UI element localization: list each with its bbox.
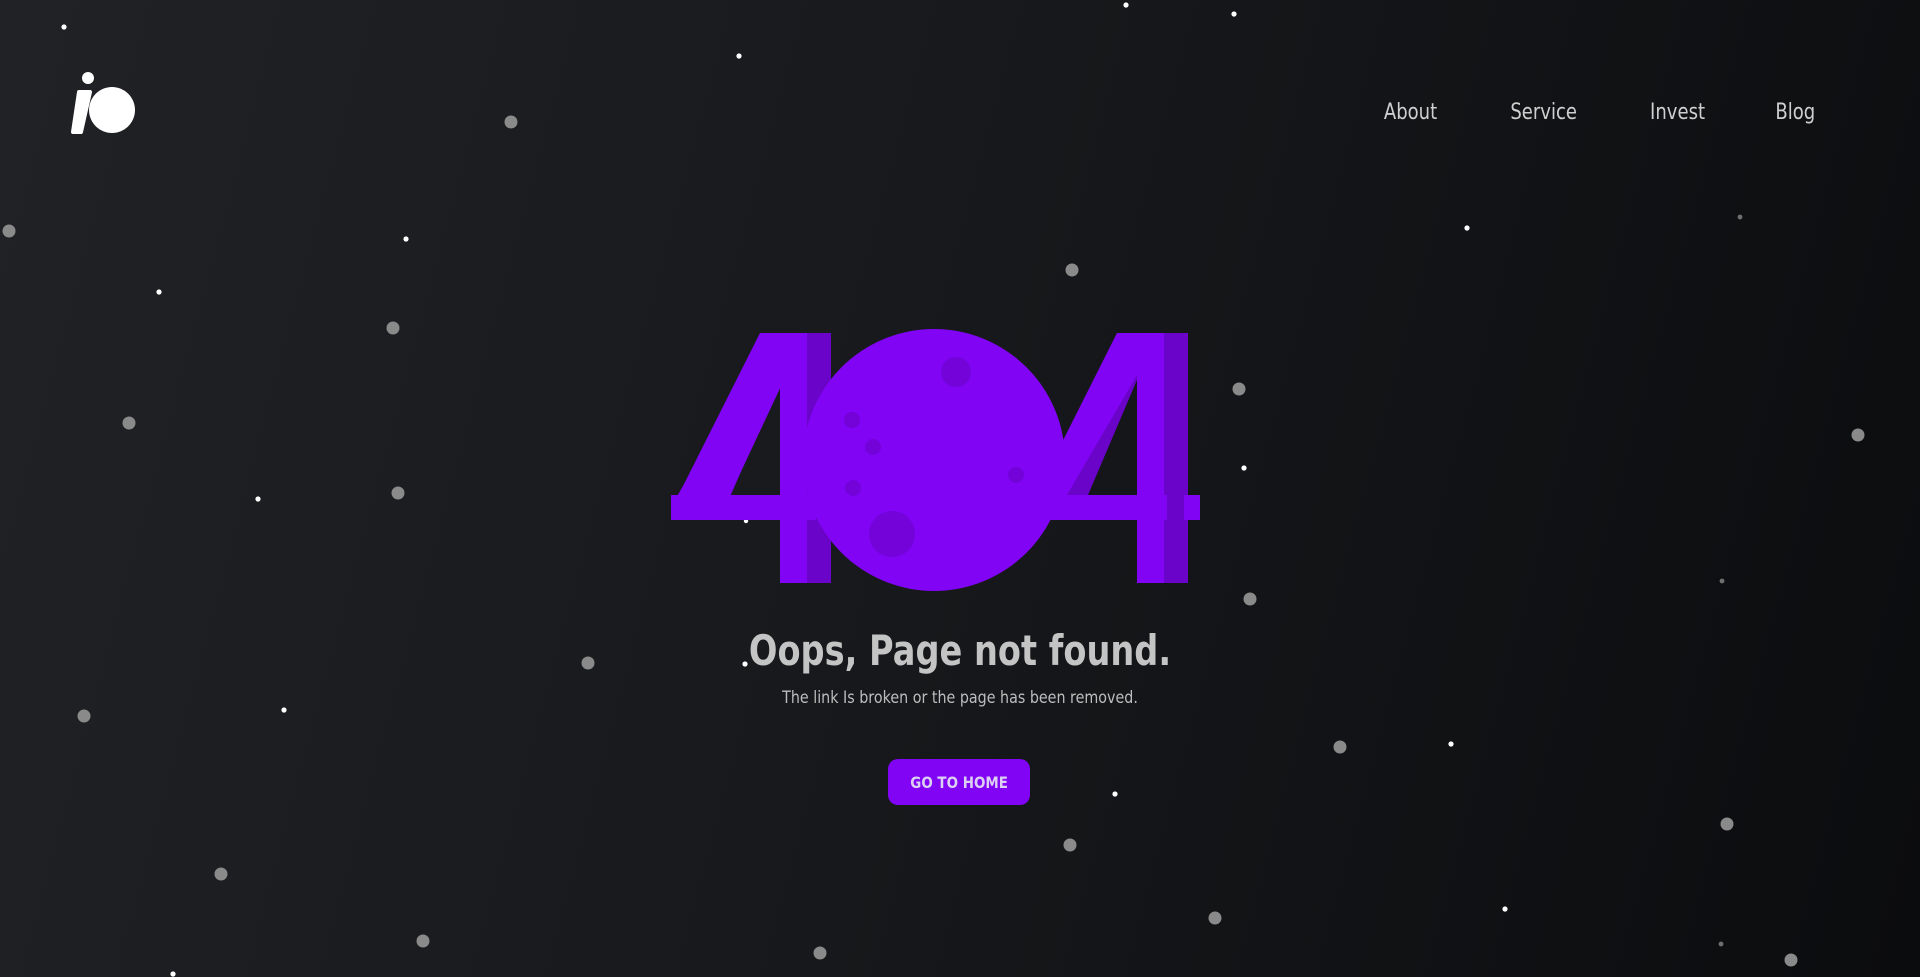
svg-text:4: 4 (660, 320, 669, 324)
go-to-home-label: GO TO HOME (910, 772, 1008, 792)
go-to-home-button[interactable]: GO TO HOME (888, 759, 1030, 805)
moon-icon (803, 329, 1065, 591)
svg-text:4: 4 (660, 320, 669, 324)
nav-item-about[interactable]: About (1384, 100, 1437, 125)
nav-item-blog[interactable]: Blog (1776, 100, 1816, 125)
error-message: The link Is broken or the page has been … (782, 688, 1138, 708)
main-nav: About Service Invest Blog (1378, 100, 1820, 125)
nav-item-invest[interactable]: Invest (1650, 100, 1705, 125)
error-code-404: 4 4 (660, 320, 1200, 591)
page-title: Oops, Page not found. (748, 626, 1172, 675)
nav-item-service[interactable]: Service (1510, 100, 1577, 125)
io-logo-icon[interactable] (66, 68, 136, 138)
error-404-graphic: 4 4 (0, 320, 1920, 600)
